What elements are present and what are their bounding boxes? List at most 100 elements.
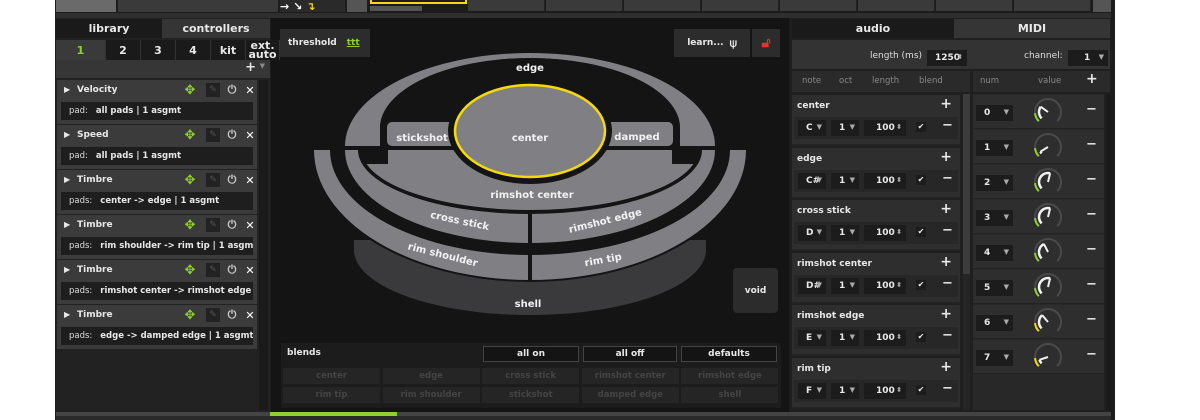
cc-number-dropdown[interactable]: 2 ▼ — [976, 175, 1013, 191]
toolbar-slot[interactable] — [546, 0, 623, 11]
expand-triangle-icon[interactable]: ▶ — [64, 175, 70, 184]
close-icon[interactable]: ✕ — [243, 173, 257, 187]
add-note-button[interactable]: + — [940, 149, 952, 165]
blend-checkbox[interactable]: ✔ — [916, 174, 926, 185]
blend-checkbox[interactable]: ✔ — [916, 122, 926, 132]
pad-void[interactable]: void — [733, 268, 778, 313]
power-icon[interactable]: ⏻ — [225, 263, 239, 277]
power-icon[interactable]: ⏻ — [225, 128, 239, 142]
add-note-button[interactable]: + — [940, 359, 952, 375]
num-tab-4[interactable]: kit — [211, 40, 246, 60]
octave-dropdown[interactable]: 1 ▼ — [831, 172, 859, 189]
value-knob[interactable] — [1031, 305, 1065, 339]
tab-audio[interactable]: audio — [792, 19, 954, 38]
mini-scrollbar[interactable] — [370, 6, 422, 11]
blend-toggle[interactable]: rimshot edge — [681, 368, 779, 384]
note-dropdown[interactable]: F ▼ — [798, 382, 826, 399]
note-dropdown[interactable]: E ▼ — [798, 330, 826, 346]
cc-scrollbar[interactable] — [1106, 94, 1111, 410]
toolbar-slot[interactable] — [1014, 0, 1091, 11]
toolbar-slot[interactable] — [858, 0, 935, 11]
length-stepper[interactable]: 100 ⬍ — [864, 277, 906, 294]
note-dropdown[interactable]: C ▼ — [798, 120, 826, 136]
remove-note-button[interactable]: − — [942, 328, 953, 343]
card-target[interactable]: pads: rimshot center -> rimshot edge | 1 … — [61, 282, 253, 300]
blend-toggle[interactable]: rim shoulder — [382, 387, 480, 403]
selected-slot[interactable] — [370, 0, 467, 4]
blend-checkbox[interactable]: ✔ — [916, 227, 926, 237]
blend-toggle[interactable]: rimshot center — [581, 368, 679, 384]
controller-card[interactable]: ▶ Timbre ✥ ✎ ⏻ ✕ pads: center -> edge | 1 asgmt — [57, 170, 257, 214]
remove-cc-button[interactable]: − — [1086, 347, 1097, 362]
toolbar-slot[interactable] — [624, 0, 701, 11]
move-icon[interactable]: ✥ — [183, 173, 197, 188]
scroll-button[interactable] — [1093, 0, 1111, 12]
expand-triangle-icon[interactable]: ▶ — [64, 265, 70, 274]
left-scrollbar[interactable] — [259, 80, 268, 410]
card-target[interactable]: pads: rim shoulder -> rim tip | 1 asgmt — [61, 237, 253, 255]
value-knob[interactable] — [1031, 340, 1065, 374]
blend-toggle[interactable]: cross stick — [482, 368, 580, 384]
blend-toggle[interactable]: damped edge — [581, 387, 679, 403]
remove-cc-button[interactable]: − — [1086, 172, 1097, 187]
blend-toggle[interactable]: stickshot — [482, 387, 580, 403]
remove-cc-button[interactable]: − — [1086, 312, 1097, 327]
remove-note-button[interactable]: − — [942, 276, 953, 291]
length-stepper[interactable]: 100 ⬍ — [864, 120, 906, 136]
close-icon[interactable]: ✕ — [243, 263, 257, 277]
cc-number-dropdown[interactable]: 4 ▼ — [976, 245, 1013, 261]
num-tab-5[interactable]: ext. auto — [246, 40, 280, 60]
pin-icon[interactable]: ✎ — [206, 218, 220, 232]
controller-card[interactable]: ▶ Timbre ✥ ✎ ⏻ ✕ pads: rimshot center -> rimsho… — [57, 260, 257, 304]
remove-note-button[interactable]: − — [942, 381, 953, 396]
tab-midi[interactable]: MIDI — [954, 19, 1110, 38]
length-stepper[interactable]: 100 ⬍ — [864, 330, 906, 346]
notes-scrollbar[interactable] — [963, 94, 970, 410]
routing-arrows[interactable]: → ↘ ↴ — [280, 0, 345, 13]
value-knob[interactable] — [1031, 165, 1065, 199]
expand-triangle-icon[interactable]: ▶ — [64, 310, 70, 319]
close-icon[interactable]: ✕ — [243, 83, 257, 97]
blend-toggle[interactable]: rim tip — [283, 387, 380, 403]
length-input[interactable]: 1250 ⬍ — [927, 50, 967, 66]
value-knob[interactable] — [1031, 95, 1065, 129]
close-icon[interactable]: ✕ — [243, 308, 257, 322]
add-cc-button[interactable]: + — [1086, 71, 1098, 87]
card-target[interactable]: pads: center -> edge | 1 asgmt — [61, 192, 253, 210]
controller-card[interactable]: ▶ Timbre ✥ ✎ ⏻ ✕ pads: rim shoulder -> rim tip … — [57, 215, 257, 259]
move-icon[interactable]: ✥ — [183, 263, 197, 278]
length-stepper[interactable]: 100 ⬍ — [864, 172, 906, 189]
remove-note-button[interactable]: − — [942, 171, 953, 186]
move-icon[interactable]: ✥ — [183, 308, 197, 323]
pin-icon[interactable]: ✎ — [206, 263, 220, 277]
cc-number-dropdown[interactable]: 3 ▼ — [976, 210, 1013, 226]
pin-icon[interactable]: ✎ — [206, 173, 220, 187]
cc-number-dropdown[interactable]: 5 ▼ — [976, 280, 1013, 296]
all-on-button[interactable]: all on — [483, 346, 579, 362]
cc-number-dropdown[interactable]: 7 ▼ — [976, 350, 1013, 366]
close-icon[interactable]: ✕ — [243, 218, 257, 232]
controller-card[interactable]: ▶ Timbre ✥ ✎ ⏻ ✕ pads: edge -> damped edge | 1 … — [57, 305, 257, 349]
controller-card[interactable]: ▶ Velocity ✥ ✎ ⏻ ✕ pad: all pads | 1 asgmt — [57, 80, 257, 124]
power-icon[interactable]: ⏻ — [225, 308, 239, 322]
remove-cc-button[interactable]: − — [1086, 277, 1097, 292]
remove-cc-button[interactable]: − — [1086, 207, 1097, 222]
octave-dropdown[interactable]: 1 ▼ — [831, 382, 859, 399]
pin-icon[interactable]: ✎ — [206, 83, 220, 97]
channel-dropdown[interactable]: 1 ▼ — [1068, 50, 1108, 66]
toolbar-slot[interactable] — [468, 0, 545, 11]
blend-checkbox[interactable]: ✔ — [916, 332, 926, 342]
octave-dropdown[interactable]: 1 ▼ — [831, 277, 859, 294]
add-button[interactable]: + — [245, 60, 256, 75]
num-tab-1[interactable]: 2 — [106, 40, 141, 60]
value-knob[interactable] — [1031, 235, 1065, 269]
add-note-button[interactable]: + — [940, 306, 952, 322]
toolbar-slot[interactable] — [702, 0, 779, 11]
power-icon[interactable]: ⏻ — [225, 83, 239, 97]
note-dropdown[interactable]: D# ▼ — [798, 277, 826, 294]
octave-dropdown[interactable]: 1 ▼ — [831, 120, 859, 136]
length-stepper[interactable]: 100 ⬍ — [864, 225, 906, 241]
remove-note-button[interactable]: − — [942, 223, 953, 238]
remove-cc-button[interactable]: − — [1086, 137, 1097, 152]
toolbar-slot[interactable] — [936, 0, 1013, 11]
